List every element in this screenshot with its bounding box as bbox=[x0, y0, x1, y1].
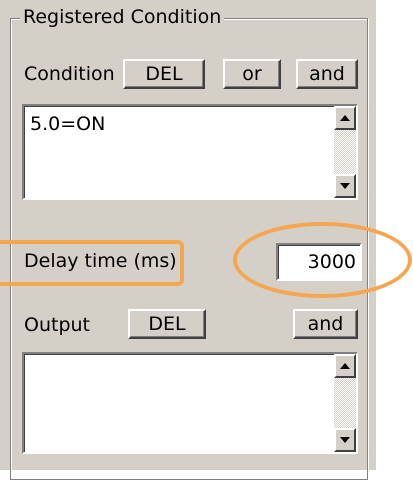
output-del-button[interactable]: DEL bbox=[128, 309, 206, 339]
scroll-down-button[interactable] bbox=[334, 428, 356, 452]
scroll-up-button[interactable] bbox=[334, 106, 356, 130]
arrow-up-icon bbox=[340, 115, 350, 121]
condition-label: Condition bbox=[24, 63, 115, 85]
condition-list-item[interactable]: 5.0=ON bbox=[30, 112, 105, 136]
condition-list-scrollbar[interactable] bbox=[334, 106, 356, 198]
condition-and-button[interactable]: and bbox=[296, 59, 358, 89]
output-list-scrollbar[interactable] bbox=[334, 354, 356, 452]
scroll-down-button[interactable] bbox=[334, 174, 356, 198]
arrow-up-icon bbox=[340, 363, 350, 369]
output-and-button[interactable]: and bbox=[293, 309, 358, 339]
scroll-up-button[interactable] bbox=[334, 354, 356, 378]
condition-del-button[interactable]: DEL bbox=[123, 59, 205, 89]
arrow-down-icon bbox=[340, 183, 350, 189]
condition-or-button[interactable]: or bbox=[223, 59, 281, 89]
delay-value-highlight bbox=[233, 222, 412, 298]
arrow-down-icon bbox=[340, 437, 350, 443]
output-label: Output bbox=[24, 314, 90, 336]
delay-label-highlight bbox=[0, 240, 184, 286]
output-list[interactable] bbox=[22, 352, 358, 454]
group-title: Registered Condition bbox=[20, 5, 225, 29]
condition-list[interactable]: 5.0=ON bbox=[22, 104, 358, 200]
